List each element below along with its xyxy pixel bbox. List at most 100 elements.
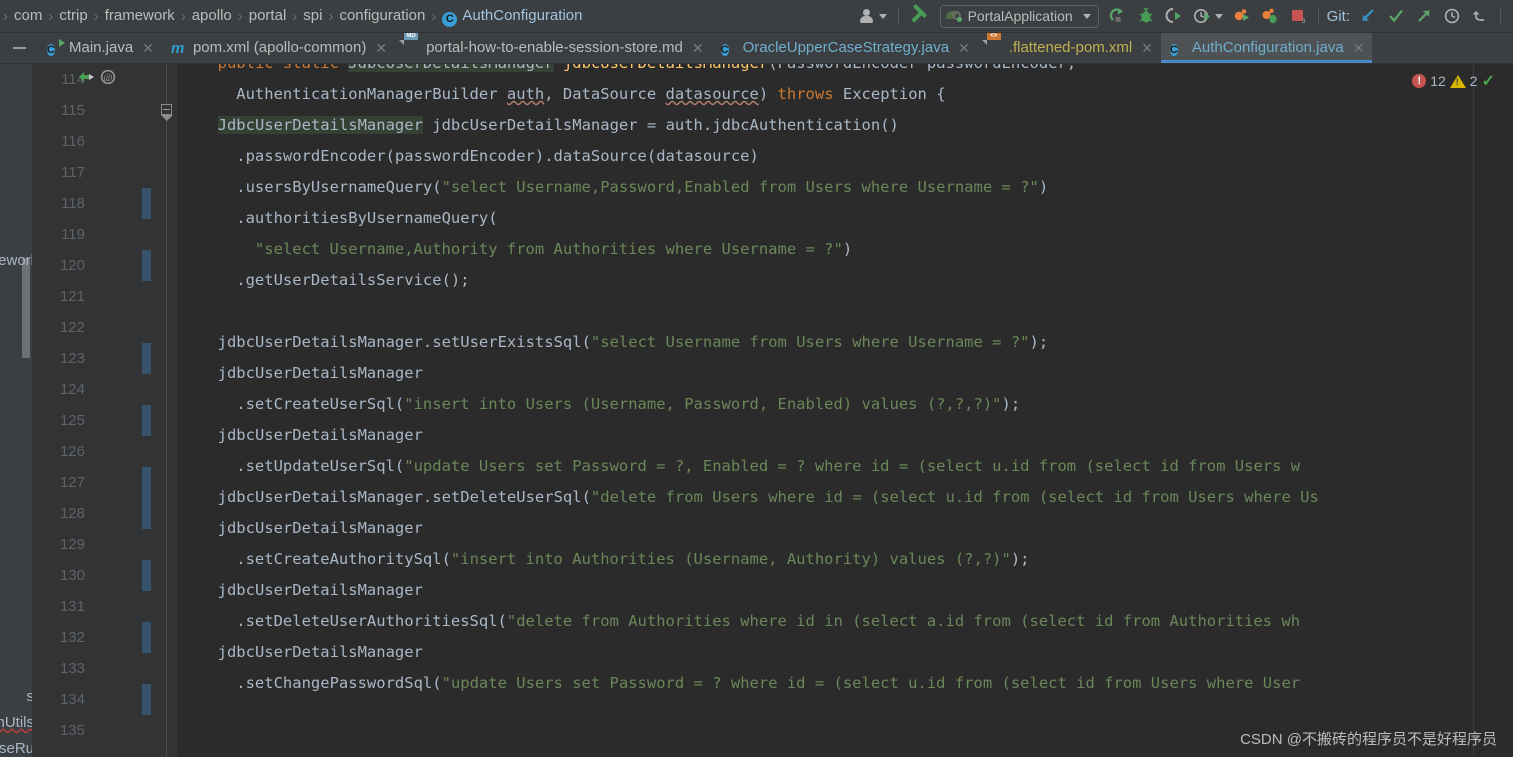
run-with-coverage-button[interactable] [1160, 0, 1188, 32]
profiler-button[interactable] [1188, 0, 1228, 32]
line-number: 115 [61, 102, 85, 119]
breadcrumb-item-spi[interactable]: spi [298, 4, 327, 29]
attach-profiler-button[interactable] [1228, 0, 1256, 32]
code-line[interactable]: "select Username,Authority from Authorit… [255, 234, 852, 265]
stop-button[interactable]: 3 [1284, 0, 1312, 32]
breadcrumb-item-ctrip[interactable]: ctrip [54, 4, 92, 29]
warning-icon [1449, 74, 1466, 88]
code-line[interactable]: public static JdbcUserDetailsManager jdb… [218, 64, 1076, 79]
breadcrumb-item-portal[interactable]: portal [244, 4, 292, 29]
breadcrumb-item-apollo[interactable]: apollo [187, 4, 237, 29]
code-line[interactable]: AuthenticationManagerBuilder auth, DataS… [236, 79, 945, 110]
java-class-icon: C [720, 44, 729, 56]
editor-tab-label: Main.java [69, 39, 134, 56]
change-marker[interactable] [142, 467, 151, 498]
close-icon[interactable]: ✕ [958, 40, 970, 57]
change-marker[interactable] [142, 684, 151, 715]
change-marker[interactable] [142, 405, 151, 436]
code-line[interactable]: .authoritiesByUsernameQuery( [236, 203, 497, 234]
build-button[interactable] [905, 0, 935, 32]
code-line[interactable]: jdbcUserDetailsManager [218, 358, 423, 389]
code-text-area[interactable]: public static JdbcUserDetailsManager jdb… [177, 64, 1513, 757]
editor-tab-oracleuppercasestrategy-java[interactable]: C OracleUpperCaseStrategy.java ✕ [712, 33, 978, 63]
breadcrumb-separator: › [237, 7, 243, 25]
code-token: datasource [665, 85, 759, 103]
code-line[interactable]: jdbcUserDetailsManager [218, 420, 423, 451]
editor-tab-pom-xml-apollo-common-[interactable]: m pom.xml (apollo-common) ✕ [162, 33, 395, 63]
profile-button[interactable] [854, 0, 892, 32]
git-push-button[interactable] [1410, 0, 1438, 32]
change-marker[interactable] [142, 498, 151, 529]
stop-icon: 3 [1291, 10, 1306, 25]
code-line[interactable]: jdbcUserDetailsManager.setUserExistsSql(… [218, 327, 1049, 358]
debug-button[interactable] [1132, 0, 1160, 32]
breadcrumb-item-com[interactable]: com [9, 4, 47, 29]
code-token: jdbcUserDetailsManager [217, 364, 423, 382]
side-panel-item[interactable]: aseRu [0, 740, 32, 757]
change-marker[interactable] [142, 343, 151, 374]
code-line[interactable]: jdbcUserDetailsManager [218, 575, 423, 606]
code-line[interactable]: .setUpdateUserSql("update Users set Pass… [236, 451, 1300, 482]
project-side-panel[interactable]: eworlsnUtilsaseRu [0, 64, 32, 757]
change-marker[interactable] [142, 622, 151, 653]
breadcrumb-item-authconfiguration[interactable]: C AuthConfiguration [437, 4, 587, 29]
change-marker[interactable] [142, 188, 151, 219]
editor-gutter[interactable]: 114 115 116 117 118 119 120 121 122 123 124 125 126 1… [32, 64, 177, 757]
code-token: ) [1038, 178, 1049, 196]
code-token: ) [758, 85, 778, 103]
run-button[interactable] [1104, 0, 1132, 32]
close-icon[interactable]: ✕ [1353, 40, 1365, 57]
code-line[interactable]: .setCreateAuthoritySql("insert into Auth… [236, 544, 1029, 575]
attach-debugger-button[interactable] [1256, 0, 1284, 32]
side-panel-scrollbar[interactable] [22, 258, 30, 358]
fold-region-marker[interactable] [161, 104, 173, 121]
error-stripe-gutter[interactable] [1499, 64, 1513, 757]
code-line[interactable]: .usersByUsernameQuery("select Username,P… [236, 172, 1048, 203]
git-rollback-button[interactable] [1466, 0, 1494, 32]
collapse-all-button[interactable] [0, 33, 38, 63]
side-panel-item[interactable]: eworl [0, 252, 32, 269]
editor-tab-authconfiguration-java[interactable]: C AuthConfiguration.java ✕ [1160, 33, 1373, 63]
code-line[interactable]: jdbcUserDetailsManager [218, 637, 423, 668]
code-line[interactable]: jdbcUserDetailsManager [218, 513, 423, 544]
code-line[interactable]: .passwordEncoder(passwordEncoder).dataSo… [236, 141, 759, 172]
git-commit-button[interactable] [1382, 0, 1410, 32]
breadcrumb-item-framework[interactable]: framework [100, 4, 180, 29]
line-number: 117 [61, 164, 85, 181]
code-line[interactable]: .setDeleteUserAuthoritiesSql("delete fro… [236, 606, 1300, 637]
code-token: "select Username,Authority from Authorit… [254, 240, 843, 258]
close-icon[interactable]: ✕ [375, 40, 387, 57]
breadcrumb-item-label: apollo [191, 6, 232, 24]
code-line[interactable]: jdbcUserDetailsManager.setDeleteUserSql(… [218, 482, 1319, 513]
overriding-method-icon[interactable] [78, 69, 96, 85]
change-marker[interactable] [142, 560, 151, 591]
git-history-button[interactable] [1438, 0, 1466, 32]
close-icon[interactable]: ✕ [1141, 40, 1153, 57]
breadcrumb-separator: › [93, 7, 99, 25]
close-icon[interactable]: ✕ [142, 40, 154, 57]
side-panel-item[interactable]: nUtils [0, 714, 32, 731]
editor-tab--flattened-pom-xml[interactable]: .flattened-pom.xml ✕ [978, 33, 1161, 63]
navigation-bar: › com › ctrip › framework › apollo › portal › spi › c… [0, 0, 1513, 33]
code-token: jdbcUserDetailsManager.setUserExistsSql( [217, 333, 591, 351]
code-token: jdbcUserDetailsManager [217, 519, 423, 537]
code-token: .authoritiesByUsernameQuery( [236, 209, 498, 227]
line-number: 129 [59, 536, 85, 553]
code-line[interactable]: .setChangePasswordSql("update Users set … [236, 668, 1300, 699]
inspection-widget[interactable]: ! 12 2 ✓ [1412, 71, 1495, 91]
code-line[interactable]: JdbcUserDetailsManager jdbcUserDetailsMa… [217, 110, 899, 141]
inspection-ok-icon[interactable]: ✓ [1482, 71, 1495, 91]
git-update-project-button[interactable] [1354, 0, 1382, 32]
close-icon[interactable]: ✕ [692, 40, 704, 57]
editor-tab-main-java[interactable]: C Main.java ✕ [38, 33, 162, 63]
code-token: public [218, 64, 283, 72]
code-line[interactable]: .getUserDetailsService(); [236, 265, 469, 296]
chevron-down-icon [1214, 13, 1223, 19]
code-line[interactable]: .setCreateUserSql("insert into Users (Us… [236, 389, 1020, 420]
annotation-icon[interactable]: @ [100, 69, 116, 85]
change-marker[interactable] [142, 250, 151, 281]
hammer-icon [910, 7, 930, 25]
editor-tab-portal-how-to-enable-session-store-md[interactable]: portal-how-to-enable-session-store.md ✕ [395, 33, 712, 63]
run-configuration-selector[interactable]: PortalApplication [935, 0, 1104, 32]
breadcrumb-item-configuration[interactable]: configuration [334, 4, 430, 29]
